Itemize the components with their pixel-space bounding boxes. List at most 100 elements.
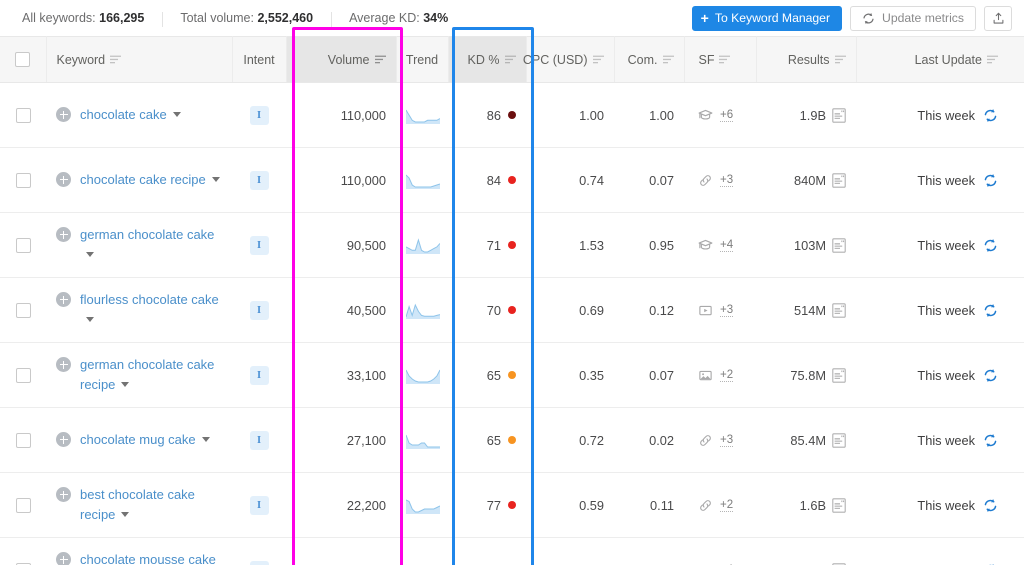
serp-overview-icon[interactable] (832, 302, 846, 318)
kd-value: 65 (486, 432, 501, 448)
chevron-down-icon[interactable] (86, 252, 94, 257)
header-keyword[interactable]: Keyword (46, 36, 233, 83)
row-checkbox[interactable] (15, 172, 31, 188)
sf-more-link[interactable]: +4 (720, 239, 734, 252)
intent-badge[interactable]: I (249, 365, 269, 385)
keyword-link[interactable]: flourless chocolate cake (80, 290, 222, 330)
keyword-cell: chocolate mug cake (46, 407, 232, 473)
add-keyword-icon[interactable] (56, 432, 71, 447)
row-checkbox[interactable] (15, 237, 31, 253)
header-cpc[interactable]: CPC (USD) (523, 36, 615, 83)
update-row-icon[interactable] (983, 108, 998, 123)
keyword-link[interactable]: chocolate cake (80, 105, 181, 125)
sf-more-link[interactable]: +3 (720, 174, 734, 187)
serp-overview-icon[interactable] (832, 172, 846, 188)
add-keyword-icon[interactable] (56, 357, 71, 372)
serp-overview-icon[interactable] (832, 497, 846, 513)
keyword-link[interactable]: chocolate mousse cake (80, 550, 222, 565)
update-row-icon[interactable] (983, 368, 998, 383)
chevron-down-icon[interactable] (211, 177, 220, 182)
update-row-icon[interactable] (983, 498, 998, 513)
row-checkbox[interactable] (15, 302, 31, 318)
chevron-down-icon[interactable] (201, 437, 210, 442)
intent-badge[interactable]: I (249, 235, 269, 255)
toolbar-actions: + To Keyword Manager Update metrics (691, 5, 1012, 31)
results-value: 103M (793, 237, 826, 253)
add-keyword-icon[interactable] (56, 227, 71, 242)
keyword-link[interactable]: best chocolate cake recipe (80, 485, 222, 525)
update-metrics-button[interactable]: Update metrics (850, 5, 976, 31)
update-row-icon[interactable] (983, 173, 998, 188)
cpc-cell: 0.69 (526, 277, 614, 343)
chevron-down-icon[interactable] (172, 112, 181, 117)
trend-sparkline (406, 432, 440, 449)
kd-status-dot (508, 111, 516, 119)
kd-cell: 56 (448, 537, 526, 565)
header-kd[interactable]: KD % (448, 36, 527, 83)
last-update-value: This week (917, 302, 975, 318)
keyword-link[interactable]: german chocolate cake (80, 225, 222, 265)
video-icon[interactable] (698, 303, 713, 318)
add-keyword-icon[interactable] (56, 172, 71, 187)
chevron-down-icon[interactable] (121, 382, 130, 387)
sf-more-link[interactable]: +2 (720, 369, 734, 382)
sf-more-link[interactable]: +2 (720, 499, 734, 512)
sort-icon (110, 55, 122, 64)
sf-more-link[interactable]: +6 (720, 109, 734, 122)
summary-stats: All keywords: 166,295 Total volume: 2,55… (22, 11, 692, 27)
update-row-icon[interactable] (983, 303, 998, 318)
table-head: Keyword Intent Volume Trend KD % CPC (US… (0, 36, 1024, 83)
row-checkbox[interactable] (15, 432, 31, 448)
header-sf[interactable]: SF (684, 36, 757, 83)
graduation-cap-icon[interactable] (698, 238, 713, 253)
add-keyword-icon[interactable] (56, 107, 71, 122)
row-select-cell (0, 472, 46, 538)
select-all-checkbox[interactable] (15, 52, 31, 67)
trend-cell (396, 472, 448, 538)
plus-icon: + (700, 10, 709, 26)
sort-icon (987, 55, 998, 64)
update-row-icon[interactable] (983, 238, 998, 253)
serp-overview-icon[interactable] (832, 367, 846, 383)
table-row: chocolate cake I 110,000 86 1.00 1.00 +6 1.9B Th… (0, 82, 1024, 148)
graduation-cap-icon[interactable] (698, 108, 713, 123)
row-select-cell (0, 82, 46, 148)
add-keyword-icon[interactable] (56, 487, 71, 502)
serp-overview-icon[interactable] (832, 237, 846, 253)
intent-badge[interactable]: I (249, 170, 269, 190)
row-checkbox[interactable] (15, 367, 31, 383)
keyword-link[interactable]: chocolate cake recipe (80, 170, 220, 190)
chevron-down-icon[interactable] (121, 512, 130, 517)
to-keyword-manager-button[interactable]: + To Keyword Manager (691, 5, 843, 31)
last-update-cell: This week (856, 407, 1024, 473)
sf-more-link[interactable]: +3 (720, 434, 734, 447)
link-icon[interactable] (698, 433, 713, 448)
add-keyword-icon[interactable] (56, 552, 71, 565)
serp-overview-icon[interactable] (832, 107, 846, 123)
results-cell: 75.8M (756, 342, 856, 408)
header-results[interactable]: Results (756, 36, 857, 83)
chevron-down-icon[interactable] (86, 317, 94, 322)
add-keyword-icon[interactable] (56, 292, 71, 307)
intent-badge[interactable]: I (249, 430, 269, 450)
header-last-update[interactable]: Last Update (856, 36, 1024, 83)
image-icon[interactable] (698, 368, 713, 383)
intent-badge[interactable]: I (249, 105, 269, 125)
intent-badge[interactable]: I (249, 300, 269, 320)
intent-badge[interactable]: I (249, 495, 269, 515)
sf-more-link[interactable]: +3 (720, 304, 734, 317)
link-icon[interactable] (698, 498, 713, 513)
header-intent: Intent (232, 36, 287, 83)
intent-badge[interactable]: I (249, 560, 269, 565)
header-com[interactable]: Com. (614, 36, 685, 83)
row-checkbox[interactable] (15, 107, 31, 123)
keyword-link[interactable]: german chocolate cake recipe (80, 355, 222, 395)
update-row-icon[interactable] (983, 433, 998, 448)
row-checkbox[interactable] (15, 497, 31, 513)
export-button[interactable] (984, 5, 1012, 31)
serp-overview-icon[interactable] (832, 432, 846, 448)
sort-icon (719, 55, 731, 64)
header-volume[interactable]: Volume (286, 36, 397, 83)
link-icon[interactable] (698, 173, 713, 188)
keyword-link[interactable]: chocolate mug cake (80, 430, 210, 450)
